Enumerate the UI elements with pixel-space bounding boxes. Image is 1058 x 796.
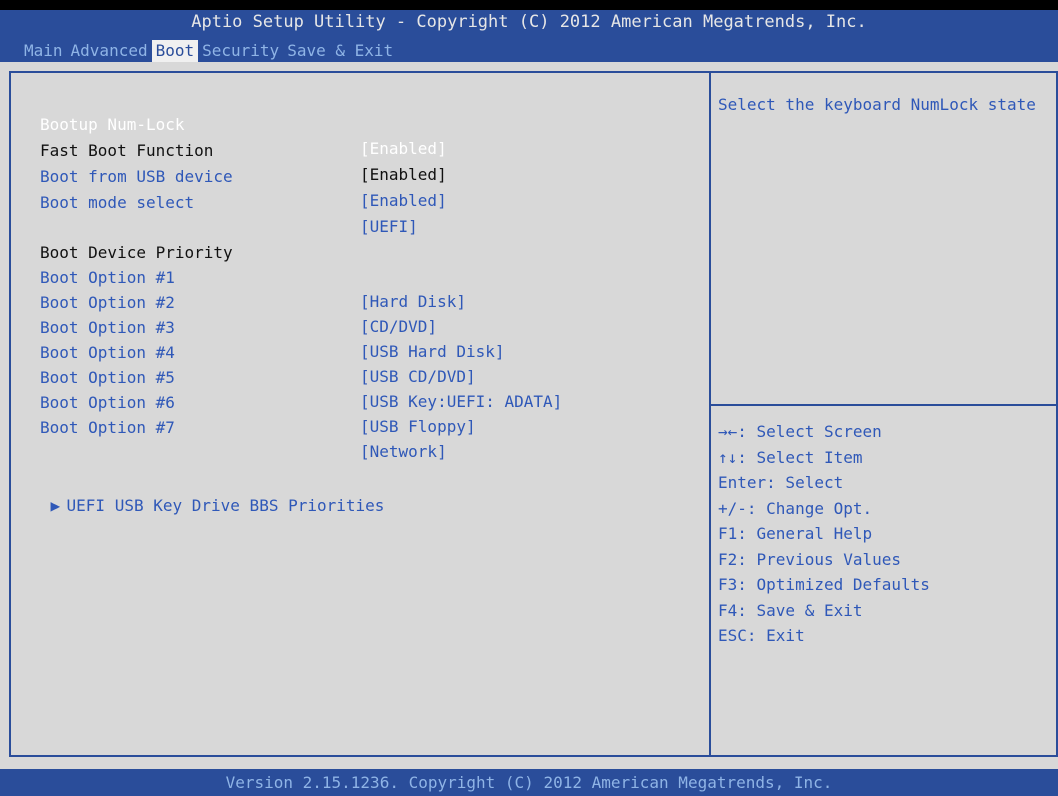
app-title: Aptio Setup Utility - Copyright (C) 2012… — [191, 12, 867, 32]
boot-option-value[interactable]: [Hard Disk] — [360, 290, 466, 314]
key-hint-enter: Enter: Select — [718, 473, 844, 492]
boot-option-row[interactable]: Boot Option #3 [USB Hard Disk] — [0, 292, 505, 361]
setting-row-bootup-numlock[interactable]: Bootup Num-Lock [Enabled] — [0, 89, 447, 158]
boot-option-row[interactable]: Boot Option #2 [CD/DVD] — [0, 267, 437, 336]
boot-option-label: Boot Option #2 — [40, 293, 175, 312]
key-hint-general-help: F1: General Help — [718, 524, 873, 543]
boot-option-row[interactable]: Boot Option #7 [Network] — [0, 392, 447, 461]
boot-option-label: Boot Option #7 — [40, 418, 175, 437]
key-hint-optimized-defaults: F3: Optimized Defaults — [718, 575, 930, 594]
setting-row-fast-boot[interactable]: Fast Boot Function [Enabled] — [0, 115, 447, 184]
setting-label: Boot from USB device — [40, 167, 233, 186]
header-bar: Aptio Setup Utility - Copyright (C) 2012… — [0, 10, 1058, 62]
key-hint-esc-exit: ESC: Exit — [718, 626, 805, 645]
submenu-label: UEFI USB Key Drive BBS Priorities — [66, 496, 385, 515]
tab-save-exit[interactable]: Save & Exit — [283, 40, 397, 62]
key-hint-change-opt: +/-: Change Opt. — [718, 498, 873, 518]
tab-advanced[interactable]: Advanced — [67, 40, 152, 62]
setting-label: Bootup Num-Lock — [40, 115, 185, 134]
boot-option-row[interactable]: Boot Option #1 [Hard Disk] — [0, 242, 466, 311]
submenu-uefi-usb-key-priorities[interactable]: ▶ UEFI USB Key Drive BBS Priorities — [12, 470, 385, 515]
setting-label: Boot mode select — [40, 193, 195, 212]
setting-row-boot-mode[interactable]: Boot mode select [UEFI] — [0, 167, 418, 236]
setting-label: Fast Boot Function — [40, 141, 214, 160]
setting-value[interactable]: [Enabled] — [360, 137, 447, 161]
key-legend: →←: Select Screen ↑↓: Select Item Enter:… — [718, 419, 1048, 649]
key-hint-select-item: ↑↓: Select Item — [718, 447, 863, 467]
right-triangle-icon: ▶ — [50, 496, 61, 515]
boot-option-value[interactable]: [CD/DVD] — [360, 315, 437, 339]
boot-option-value[interactable]: [Network] — [360, 440, 447, 464]
help-description: Select the keyboard NumLock state — [718, 95, 1036, 114]
setting-row-boot-from-usb[interactable]: Boot from USB device [Enabled] — [0, 141, 447, 210]
help-panel — [709, 71, 1058, 757]
boot-option-label: Boot Option #5 — [40, 368, 175, 387]
footer-version: Version 2.15.1236. Copyright (C) 2012 Am… — [0, 769, 1058, 796]
bios-screen: Aptio Setup Utility - Copyright (C) 2012… — [0, 0, 1058, 796]
tab-security[interactable]: Security — [198, 40, 283, 62]
boot-option-label: Boot Option #6 — [40, 393, 175, 412]
key-hint-save-exit: F4: Save & Exit — [718, 600, 863, 620]
setting-value[interactable]: [Enabled] — [360, 189, 447, 213]
help-divider — [711, 404, 1056, 406]
key-hint-select-screen: →←: Select Screen — [718, 422, 882, 441]
boot-option-row[interactable]: Boot Option #5 [USB Key:UEFI: ADATA] — [0, 342, 562, 411]
boot-option-label: Boot Option #4 — [40, 343, 175, 362]
tab-boot[interactable]: Boot — [151, 40, 199, 62]
boot-option-row[interactable]: Boot Option #4 [USB CD/DVD] — [0, 317, 476, 386]
tab-main[interactable]: Main — [20, 40, 67, 62]
boot-option-row[interactable]: Boot Option #6 [USB Floppy] — [0, 367, 476, 436]
boot-option-value[interactable]: [USB CD/DVD] — [360, 365, 476, 389]
boot-option-value[interactable]: [USB Key:UEFI: ADATA] — [360, 390, 562, 414]
boot-option-label: Boot Option #3 — [40, 318, 175, 337]
boot-option-value[interactable]: [USB Floppy] — [360, 415, 476, 439]
section-heading: Boot Device Priority — [40, 243, 233, 262]
tab-bar: Main Advanced Boot Security Save & Exit — [20, 40, 397, 62]
boot-option-label: Boot Option #1 — [40, 268, 175, 287]
setting-value[interactable]: [UEFI] — [360, 215, 418, 239]
boot-option-value[interactable]: [USB Hard Disk] — [360, 340, 505, 364]
boot-priority-heading: Boot Device Priority — [0, 217, 233, 262]
key-hint-previous-values: F2: Previous Values — [718, 549, 902, 569]
setting-value[interactable]: [Enabled] — [360, 163, 447, 187]
